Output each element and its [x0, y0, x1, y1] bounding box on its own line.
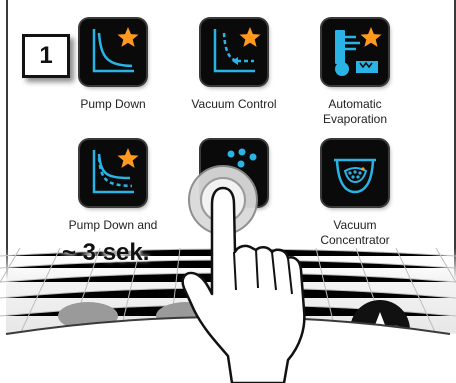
pump-down-and-curve-icon: [92, 148, 139, 194]
pointing-hand-icon: [181, 165, 306, 383]
instruction-illustration: 1 Pump Down Vacuum Control Automatic Eva…: [0, 0, 456, 383]
vacuum-control-curve-icon: [213, 27, 261, 73]
app-tile-pump-down-and[interactable]: [80, 140, 146, 206]
pump-down-curve-icon: [92, 27, 139, 73]
app-label-pump-down-and: Pump Down and: [68, 218, 158, 232]
app-label-vacuum-control: Vacuum Control: [191, 97, 277, 111]
app-tile-pump-down[interactable]: [80, 19, 146, 85]
app-label-automatic-evaporation: Automatic Evaporation: [322, 97, 388, 126]
hold-duration-label: ~ 3 sek.: [62, 239, 150, 266]
automatic-evaporation-icon: [335, 27, 382, 76]
step-number-badge: 1: [22, 34, 70, 78]
app-label-pump-down: Pump Down: [80, 97, 146, 111]
app-tile-vacuum-control[interactable]: [201, 19, 267, 85]
app-tile-automatic-evaporation[interactable]: [322, 19, 388, 85]
